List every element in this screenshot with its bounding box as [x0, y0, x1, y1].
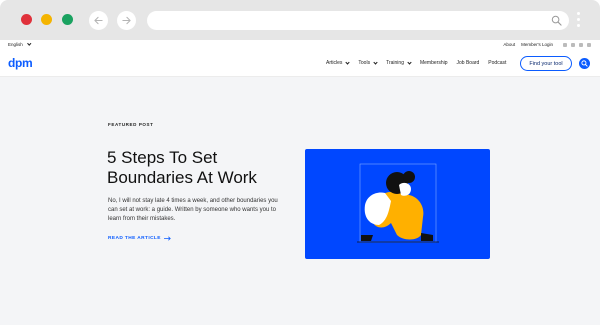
site-search-button[interactable]	[579, 58, 590, 69]
nav-item-label: Job Board	[456, 60, 480, 66]
nav-item-podcast[interactable]: Podcast	[488, 60, 506, 66]
back-button[interactable]	[89, 11, 108, 30]
featured-post-illustration[interactable]	[305, 149, 490, 259]
arrow-right-icon	[122, 16, 131, 25]
address-bar[interactable]	[147, 11, 569, 30]
social-links	[563, 42, 591, 47]
members-login-link[interactable]: Member's Login	[521, 42, 553, 47]
nav-item-training[interactable]: Training	[386, 59, 412, 66]
featured-title-line: Boundaries At Work	[107, 168, 257, 187]
linkedin-icon[interactable]	[587, 42, 591, 47]
utility-links: About Member's Login	[503, 42, 591, 47]
search-icon[interactable]	[551, 15, 562, 26]
nav-item-label: Membership	[419, 60, 448, 66]
nav-item-tools[interactable]: Tools	[358, 59, 378, 66]
find-your-tool-button[interactable]: Find your tool	[520, 56, 572, 71]
chevron-down-icon	[373, 59, 378, 65]
forward-button[interactable]	[117, 11, 136, 30]
search-icon	[581, 60, 588, 67]
nav-item-label: Articles	[326, 60, 343, 66]
about-link[interactable]: About	[503, 42, 515, 47]
nav-item-label: Podcast	[488, 60, 507, 66]
browser-chrome	[0, 0, 600, 40]
featured-title-line: 5 Steps To Set	[107, 148, 218, 167]
site-logo[interactable]: dpm	[8, 56, 33, 70]
nav-item-label: Tools	[358, 60, 371, 66]
youtube-icon[interactable]	[579, 42, 583, 47]
language-label: English	[8, 42, 23, 47]
maximize-window-button[interactable]	[62, 14, 73, 25]
featured-post-label: FEATURED POST	[108, 122, 154, 127]
nav-item-job-board[interactable]: Job Board	[457, 60, 480, 66]
chevron-down-icon	[407, 59, 412, 65]
web-page: English About Member's Login dpm Article…	[0, 40, 600, 325]
close-window-button[interactable]	[21, 14, 32, 25]
arrow-right-icon	[163, 236, 171, 241]
minimize-window-button[interactable]	[41, 14, 52, 25]
read-article-link[interactable]: READ THE ARTICLE	[108, 236, 171, 241]
featured-post-title[interactable]: 5 Steps To Set Boundaries At Work	[107, 148, 297, 188]
person-hugging-knees-illustration	[357, 163, 439, 243]
chevron-down-icon	[27, 41, 31, 46]
featured-post-excerpt: No, I will not stay late 4 times a week,…	[108, 198, 278, 222]
nav-item-membership[interactable]: Membership	[420, 60, 448, 66]
site-header: dpm Articles Tools Training Membership J…	[0, 51, 600, 77]
arrow-left-icon	[94, 16, 103, 25]
main-nav: Articles Tools Training Membership Job B…	[326, 59, 506, 66]
read-article-label: READ THE ARTICLE	[108, 236, 161, 241]
x-icon[interactable]	[563, 42, 567, 47]
facebook-icon[interactable]	[571, 42, 575, 47]
chevron-down-icon	[345, 59, 351, 65]
utility-bar: English About Member's Login	[0, 40, 600, 51]
language-selector[interactable]: English	[8, 41, 31, 47]
browser-window: English About Member's Login dpm Article…	[0, 0, 600, 333]
kebab-menu-icon[interactable]	[577, 12, 581, 30]
nav-item-articles[interactable]: Articles	[326, 59, 351, 66]
nav-item-label: Training	[386, 60, 404, 66]
